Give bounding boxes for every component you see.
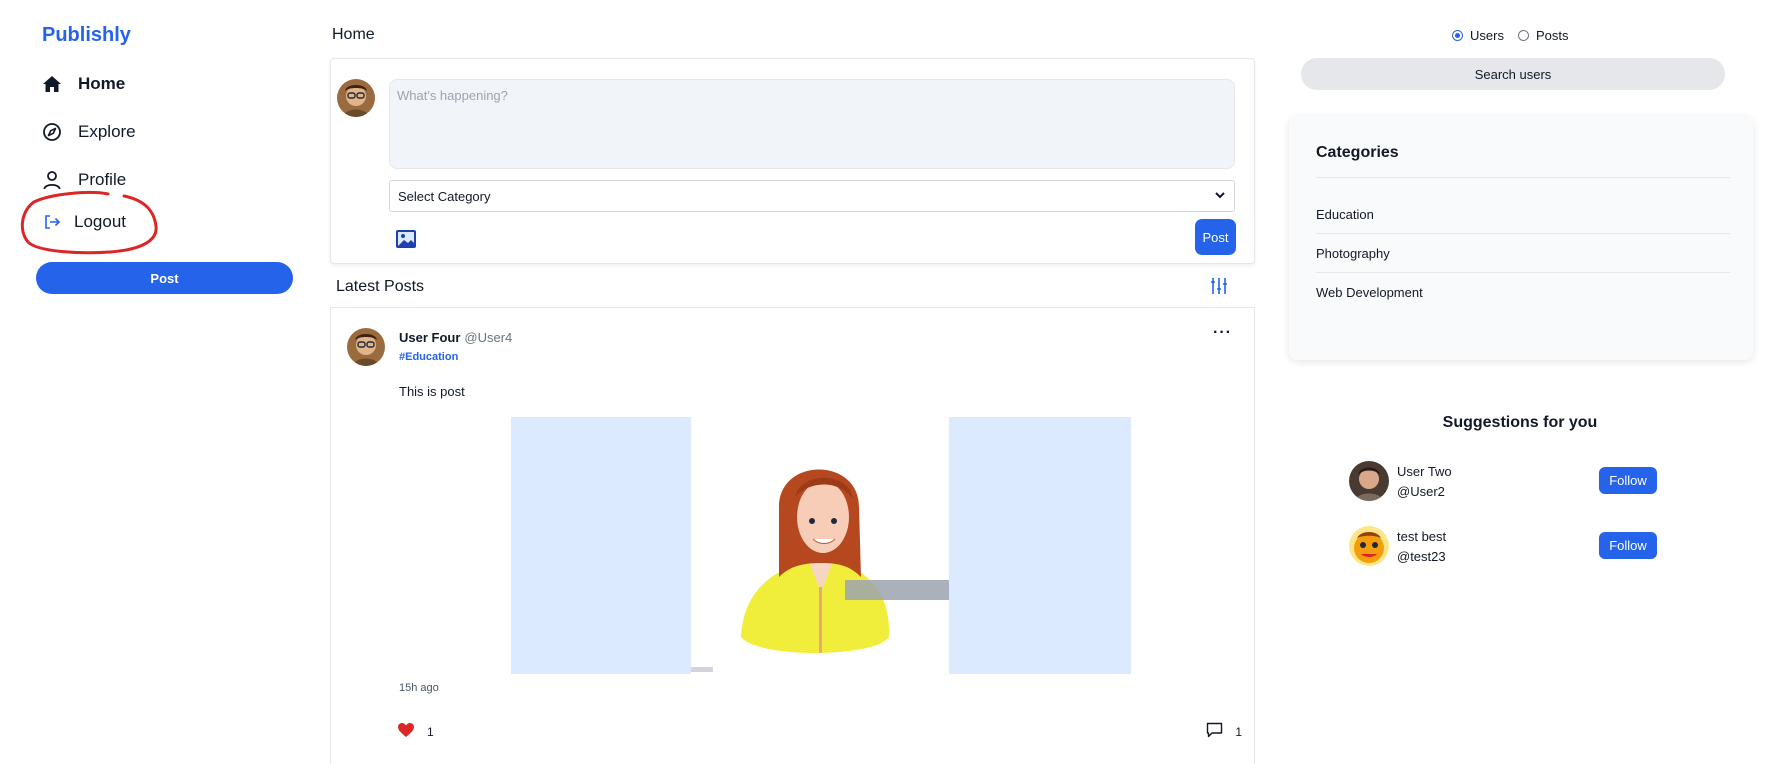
suggestions-title: Suggestions for you: [1442, 414, 1598, 431]
follow-button[interactable]: Follow: [1599, 532, 1657, 559]
post-image-inner: [691, 417, 949, 674]
category-select[interactable]: Select Category: [389, 180, 1235, 212]
main-feed: Home Select Category Post Latest Posts: [330, 0, 1255, 764]
post-author[interactable]: User Four @User4: [399, 330, 512, 345]
user-icon: [42, 170, 62, 190]
latest-posts-title: Latest Posts: [336, 278, 425, 295]
chevron-down-icon: [1214, 189, 1226, 204]
post-card[interactable]: User Four @User4 #Education ··· This is p…: [330, 308, 1255, 764]
left-sidebar: Publishly Home Explore Profile Logout Po…: [0, 0, 310, 764]
composer-post-button[interactable]: Post: [1195, 219, 1236, 255]
search-input[interactable]: [1301, 58, 1725, 90]
nav-label-profile: Profile: [78, 170, 127, 189]
avatar[interactable]: [1349, 526, 1389, 566]
suggestion-name[interactable]: test best: [1397, 529, 1446, 544]
category-item-web-development[interactable]: Web Development: [1316, 273, 1730, 312]
page-title: Home: [332, 26, 375, 43]
post-author-handle: @User4: [464, 330, 513, 345]
category-select-value: Select Category: [398, 188, 491, 204]
filter-icon[interactable]: [1209, 276, 1229, 296]
radio-users[interactable]: [1452, 30, 1463, 41]
post-image[interactable]: [511, 417, 1131, 674]
like-count: 1: [427, 724, 434, 739]
avatar[interactable]: [337, 79, 375, 117]
brand-logo[interactable]: Publishly: [42, 24, 131, 47]
radio-label-posts[interactable]: Posts: [1536, 28, 1569, 43]
comment-count: 1: [1235, 724, 1242, 739]
category-item-photography[interactable]: Photography: [1316, 234, 1730, 273]
radio-posts[interactable]: [1517, 30, 1529, 41]
right-sidebar: Users Posts Categories Education Photogr…: [1285, 0, 1755, 764]
like-button[interactable]: 1: [397, 722, 434, 741]
comment-button[interactable]: 1: [1206, 722, 1242, 741]
post-composer: Select Category Post: [330, 58, 1255, 264]
suggestion-row: test best @test23 Follow: [1349, 526, 1657, 568]
nav-label-home: Home: [78, 74, 126, 93]
post-author-name: User Four: [399, 330, 461, 345]
image-icon[interactable]: [395, 229, 417, 249]
post-category-tag[interactable]: #Education: [399, 351, 458, 363]
sidebar-post-button[interactable]: Post: [36, 262, 293, 294]
follow-button[interactable]: Follow: [1599, 467, 1657, 494]
nav-item-logout[interactable]: Logout: [42, 212, 126, 232]
nav-label-explore: Explore: [78, 122, 136, 141]
home-icon: [42, 74, 62, 94]
latest-posts-header: Latest Posts: [330, 268, 1255, 308]
avatar[interactable]: [347, 328, 385, 366]
compose-input[interactable]: [389, 79, 1235, 169]
post-timestamp: 15h ago: [399, 682, 439, 694]
suggestion-handle: @test23: [1397, 549, 1446, 564]
suggestion-handle: @User2: [1397, 484, 1445, 499]
compass-icon: [42, 122, 62, 142]
radio-label-users[interactable]: Users: [1470, 28, 1504, 43]
nav-label-logout: Logout: [74, 212, 126, 231]
post-text: This is post: [399, 384, 465, 399]
suggestion-name[interactable]: User Two: [1397, 464, 1452, 479]
suggestion-row: User Two @User2 Follow: [1349, 461, 1657, 503]
nav-item-home[interactable]: Home: [42, 74, 125, 94]
categories-title: Categories: [1316, 144, 1399, 161]
nav-item-profile[interactable]: Profile: [42, 170, 126, 190]
nav-item-explore[interactable]: Explore: [42, 122, 136, 142]
categories-card: Categories Education Photography Web Dev…: [1289, 116, 1753, 360]
divider: [1316, 177, 1730, 178]
heart-icon: [397, 722, 415, 741]
logout-icon: [42, 212, 62, 232]
category-item-education[interactable]: Education: [1316, 195, 1730, 234]
more-options-icon[interactable]: ···: [1213, 324, 1232, 342]
avatar[interactable]: [1349, 461, 1389, 501]
search-mode-toggle: Users Posts: [1452, 28, 1578, 43]
comment-icon: [1206, 722, 1223, 741]
